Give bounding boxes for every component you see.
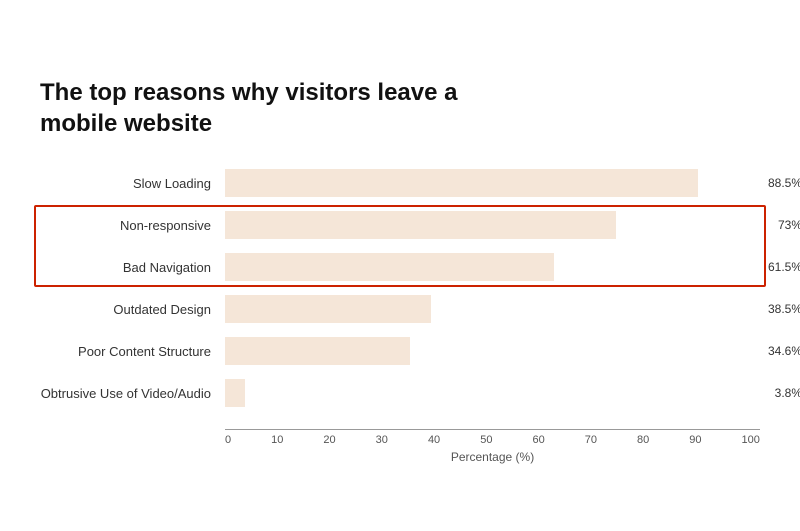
bar-wrapper: 73%: [225, 211, 760, 239]
bar-row: Non-responsive73%: [40, 211, 760, 239]
x-axis-label: 20: [323, 434, 335, 446]
chart-title: The top reasons why visitors leave a mob…: [40, 77, 540, 139]
x-axis-label: 60: [532, 434, 544, 446]
bar-label: Poor Content Structure: [40, 344, 225, 359]
x-axis-label: 0: [225, 434, 231, 446]
bar-wrapper: 61.5%: [225, 253, 760, 281]
bar-value-label: 61.5%: [768, 260, 800, 274]
bar-row: Poor Content Structure34.6%: [40, 337, 760, 365]
x-axis-label: 40: [428, 434, 440, 446]
x-axis-title: Percentage (%): [225, 450, 760, 464]
chart-container: The top reasons why visitors leave a mob…: [20, 47, 780, 484]
x-axis-area: 0 10 20 30 40 50 60 70 80 90 100 Percentage (%): [225, 429, 760, 464]
bar-wrapper: 3.8%: [225, 379, 760, 407]
bar-label: Bad Navigation: [40, 260, 225, 275]
bar-label: Obtrusive Use of Video/Audio: [40, 386, 225, 401]
bar-label: Slow Loading: [40, 176, 225, 191]
x-axis-label: 80: [637, 434, 649, 446]
bar: 3.8%: [225, 379, 245, 407]
bar-wrapper: 88.5%: [225, 169, 760, 197]
x-axis-label: 100: [742, 434, 760, 446]
x-axis-label: 70: [585, 434, 597, 446]
bar-value-label: 73%: [778, 218, 800, 232]
chart-area: Slow Loading88.5% Non-responsive73% Bad Na…: [40, 169, 760, 464]
bar-value-label: 88.5%: [768, 176, 800, 190]
bar-wrapper: 38.5%: [225, 295, 760, 323]
bar: 38.5%: [225, 295, 431, 323]
bar-value-label: 38.5%: [768, 302, 800, 316]
bar: 34.6%: [225, 337, 410, 365]
bar: 61.5%: [225, 253, 554, 281]
bar-value-label: 34.6%: [768, 344, 800, 358]
bar-label: Non-responsive: [40, 218, 225, 233]
x-axis-line: [225, 429, 760, 430]
bars-container: Slow Loading88.5% Non-responsive73% Bad Na…: [40, 169, 760, 421]
x-axis-label: 30: [376, 434, 388, 446]
bar-row: Bad Navigation61.5%: [40, 253, 760, 281]
bar-label: Outdated Design: [40, 302, 225, 317]
bar: 73%: [225, 211, 616, 239]
bar-row: Outdated Design38.5%: [40, 295, 760, 323]
x-axis-labels: 0 10 20 30 40 50 60 70 80 90 100: [225, 434, 760, 446]
bar-row: Obtrusive Use of Video/Audio3.8%: [40, 379, 760, 407]
x-axis-label: 10: [271, 434, 283, 446]
bar-row: Slow Loading88.5%: [40, 169, 760, 197]
bar-wrapper: 34.6%: [225, 337, 760, 365]
bar-value-label: 3.8%: [775, 386, 800, 400]
x-axis-label: 50: [480, 434, 492, 446]
bar: 88.5%: [225, 169, 698, 197]
x-axis-label: 90: [689, 434, 701, 446]
